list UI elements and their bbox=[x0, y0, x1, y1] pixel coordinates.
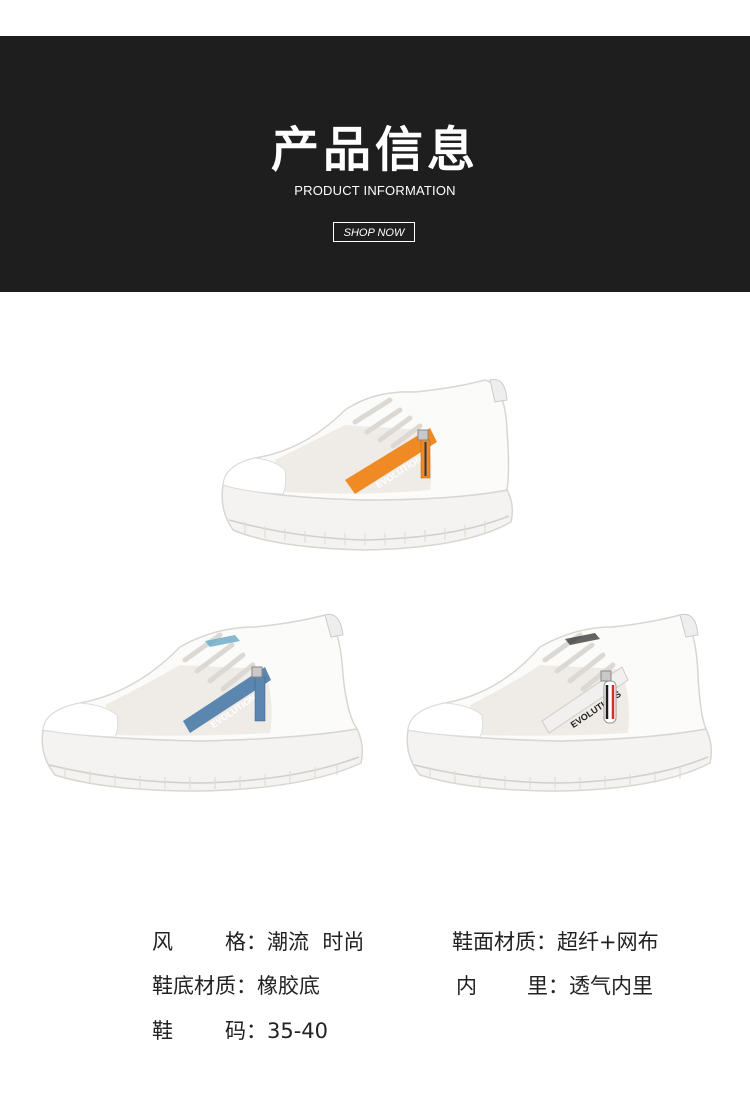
spec-lining-label-2: 里 bbox=[527, 974, 548, 998]
spec-colon: ： bbox=[236, 974, 257, 998]
top-spacer bbox=[0, 0, 750, 36]
spec-list: 风格：潮流 时尚 鞋面材质：超纤+网布 鞋底材质：橡胶底 内里：透气内里 鞋码：… bbox=[0, 920, 750, 1060]
spec-style-label-2: 格 bbox=[225, 930, 246, 954]
spec-upper-label: 鞋面材质 bbox=[452, 930, 536, 954]
spec-lining-value: 透气内里 bbox=[569, 974, 653, 998]
shop-now-button[interactable]: SHOP NOW bbox=[333, 222, 415, 242]
spec-lining-label-1: 内 bbox=[456, 974, 477, 998]
product-image-orange-sneaker[interactable]: EVOLUTIONS bbox=[215, 370, 515, 555]
spec-colon: ： bbox=[548, 974, 569, 998]
spec-upper: 鞋面材质：超纤+网布 bbox=[452, 926, 659, 956]
spec-style-value: 潮流 时尚 bbox=[267, 930, 365, 954]
spec-colon: ： bbox=[246, 1019, 267, 1043]
sneaker-blue-icon: EVOLUTIONS bbox=[41, 613, 364, 792]
spec-colon: ： bbox=[246, 930, 267, 954]
spec-style: 风 格：潮流 时尚 bbox=[152, 926, 364, 956]
product-image-white-sneaker[interactable]: EVOLUTIONS bbox=[400, 605, 715, 795]
spec-sole-label: 鞋底材质 bbox=[152, 974, 236, 998]
spec-size-label-1: 鞋 bbox=[152, 1019, 173, 1043]
spec-size-value: 35-40 bbox=[267, 1019, 329, 1043]
spec-sole: 鞋底材质：橡胶底 bbox=[152, 970, 320, 1000]
spec-upper-value: 超纤+网布 bbox=[557, 930, 659, 954]
page-title: 产品信息 bbox=[270, 122, 479, 178]
spec-lining: 内 里：透气内里 bbox=[456, 970, 653, 1000]
spec-style-label-1: 风 bbox=[152, 930, 173, 954]
sneaker-white-icon: EVOLUTIONS bbox=[406, 613, 713, 792]
spec-sole-value: 橡胶底 bbox=[257, 974, 320, 998]
spec-size: 鞋 码：35-40 bbox=[152, 1015, 328, 1045]
sneaker-orange-icon: EVOLUTIONS bbox=[221, 378, 514, 551]
spec-colon: ： bbox=[536, 930, 557, 954]
spec-size-label-2: 码 bbox=[225, 1019, 246, 1043]
product-image-blue-sneaker[interactable]: EVOLUTIONS bbox=[35, 605, 365, 795]
page-subtitle: PRODUCT INFORMATION bbox=[294, 183, 456, 198]
